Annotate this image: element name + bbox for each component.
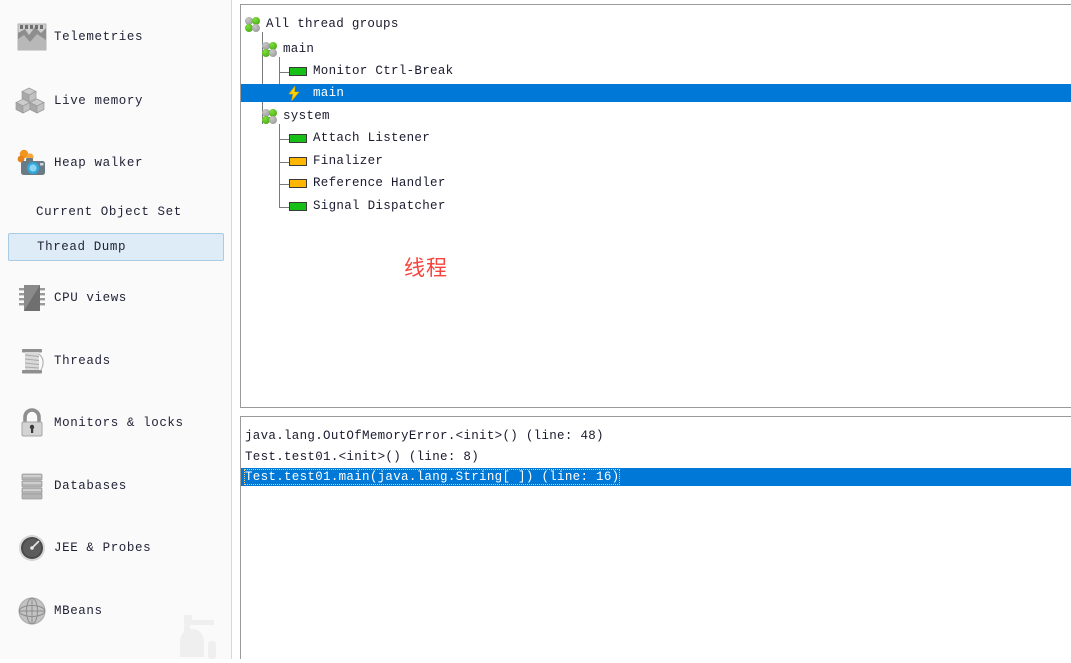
thread-group-icon — [262, 42, 277, 57]
sidebar-item-label: CPU views — [54, 291, 127, 305]
database-cylinder-icon — [10, 467, 54, 505]
lock-icon — [10, 404, 54, 442]
tree-row-label: main — [283, 42, 315, 56]
telemetries-chart-icon — [10, 18, 54, 56]
sidebar-item-label: Threads — [54, 354, 111, 368]
memory-blocks-icon — [10, 82, 54, 120]
sidebar-item-databases[interactable]: Databases — [0, 467, 232, 505]
tree-row-selected[interactable]: main — [241, 84, 1071, 102]
sidebar-item-label: MBeans — [54, 604, 103, 618]
stack-trace-row[interactable]: Test.test01.<init>() (line: 8) — [241, 448, 1071, 466]
cpu-chip-icon — [10, 279, 54, 317]
globe-icon — [10, 592, 54, 630]
sidebar-item-current-object-set[interactable]: Current Object Set — [8, 198, 224, 226]
tree-row[interactable]: Monitor Ctrl-Break — [241, 62, 1071, 80]
sidebar-item-monitors-locks[interactable]: Monitors & locks — [0, 404, 232, 442]
sidebar-item-label: Monitors & locks — [54, 416, 184, 430]
sidebar-item-label: Live memory — [54, 94, 144, 108]
tree-row[interactable]: Reference Handler — [241, 174, 1071, 192]
thread-runnable-icon — [289, 202, 307, 211]
stack-trace-panel[interactable]: java.lang.OutOfMemoryError.<init>() (lin… — [240, 416, 1071, 659]
tree-row[interactable]: Finalizer — [241, 152, 1071, 170]
thread-group-icon — [262, 109, 277, 124]
thread-tree-panel[interactable]: All thread groups main Monitor Ctrl-Brea… — [240, 4, 1071, 408]
sidebar-item-cpu-views[interactable]: CPU views — [0, 279, 232, 317]
sidebar-item-label: Heap walker — [54, 156, 144, 170]
annotation-text: 线程 — [404, 256, 448, 280]
left-navigation-sidebar: Telemetries Live memory Heap walker Curr… — [0, 0, 232, 659]
tree-row-label: Finalizer — [313, 154, 384, 168]
gauge-dial-icon — [10, 529, 54, 567]
stack-trace-row-selected[interactable]: Test.test01.main(java.lang.String[ ]) (l… — [241, 468, 1071, 486]
thread-runnable-icon — [289, 67, 307, 76]
sidebar-item-label: JEE & Probes — [54, 541, 152, 555]
stack-trace-label: Test.test01.<init>() (line: 8) — [245, 450, 480, 464]
tree-row-label: Reference Handler — [313, 176, 446, 190]
thread-group-icon — [245, 17, 260, 32]
tree-row-label: main — [313, 86, 345, 100]
tree-row-label: Attach Listener — [313, 131, 431, 145]
thread-runnable-icon — [289, 134, 307, 143]
tree-row[interactable]: All thread groups — [241, 15, 1071, 33]
tree-row[interactable]: system — [241, 107, 1071, 125]
sidebar-item-label: Telemetries — [54, 30, 144, 44]
sidebar-item-mbeans[interactable]: MBeans — [0, 592, 232, 630]
tree-row[interactable]: Signal Dispatcher — [241, 197, 1071, 215]
heap-camera-icon — [10, 144, 54, 182]
tree-row-label: system — [283, 109, 330, 123]
tree-row-label: Signal Dispatcher — [313, 199, 446, 213]
thread-dump-content-area: All thread groups main Monitor Ctrl-Brea… — [240, 0, 1071, 659]
thread-waiting-icon — [289, 157, 307, 166]
tree-row-label: All thread groups — [266, 17, 399, 31]
sidebar-item-label: Current Object Set — [36, 205, 182, 219]
sidebar-item-threads[interactable]: Threads — [0, 342, 232, 380]
sidebar-item-jee-probes[interactable]: JEE & Probes — [0, 529, 232, 567]
tree-row-label: Monitor Ctrl-Break — [313, 64, 454, 78]
tree-row[interactable]: Attach Listener — [241, 129, 1071, 147]
sidebar-item-live-memory[interactable]: Live memory — [0, 82, 232, 120]
stack-trace-row[interactable]: java.lang.OutOfMemoryError.<init>() (lin… — [241, 427, 1071, 445]
sidebar-item-label: Thread Dump — [37, 240, 127, 254]
thread-waiting-icon — [289, 179, 307, 188]
stack-trace-label: Test.test01.main(java.lang.String[ ]) (l… — [243, 469, 621, 485]
sidebar-item-telemetries[interactable]: Telemetries — [0, 18, 232, 56]
thread-spool-icon — [10, 342, 54, 380]
sidebar-item-heap-walker[interactable]: Heap walker — [0, 144, 232, 182]
tree-row[interactable]: main — [241, 40, 1071, 58]
sidebar-item-label: Databases — [54, 479, 127, 493]
sidebar-item-thread-dump[interactable]: Thread Dump — [8, 233, 224, 261]
stack-trace-label: java.lang.OutOfMemoryError.<init>() (lin… — [245, 429, 604, 443]
thread-active-bolt-icon — [288, 84, 300, 102]
